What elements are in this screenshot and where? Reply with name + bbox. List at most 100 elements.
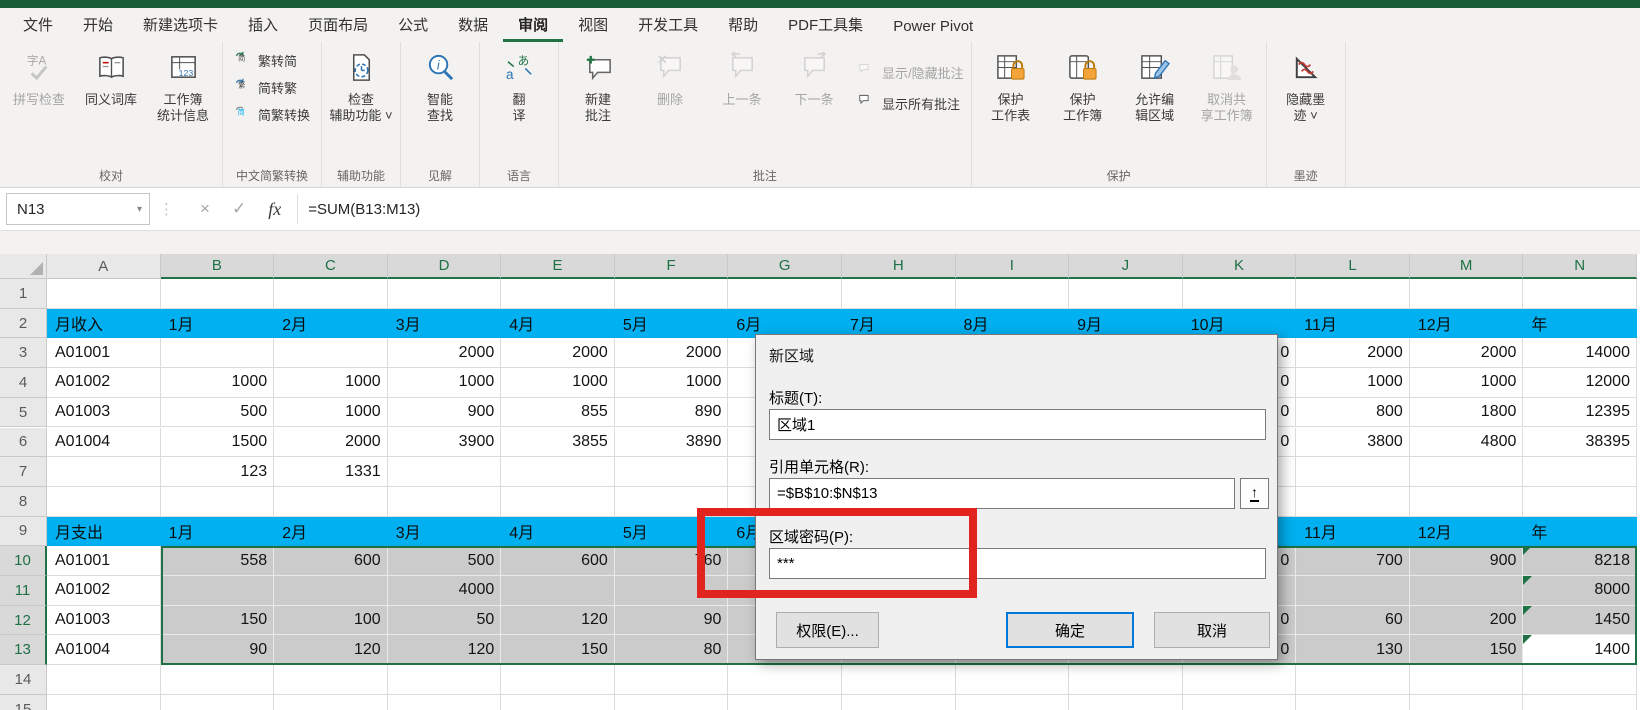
confirm-entry-icon[interactable]: ✓ [232,199,246,219]
cell-L10[interactable]: 700 [1296,546,1410,576]
cell-N7[interactable] [1523,457,1637,487]
cell-J15[interactable] [1069,694,1183,710]
title-field-input[interactable] [769,409,1266,440]
cell-G14[interactable] [728,665,842,695]
cell-C13[interactable]: 120 [274,635,388,666]
row-header-14[interactable]: 14 [0,665,47,695]
cell-E5[interactable]: 855 [501,397,615,428]
column-header-C[interactable]: C [274,254,388,279]
cell-C11[interactable] [274,576,388,606]
cell-N13[interactable]: 1400 [1523,635,1637,666]
cell-J14[interactable] [1069,665,1183,695]
cell-C9[interactable]: 2月 [274,516,388,547]
cell-D2[interactable]: 3月 [387,308,502,339]
cell-F14[interactable] [614,665,729,695]
cell-C3[interactable] [274,338,388,369]
cell-B5[interactable]: 500 [160,397,275,428]
ref-field-input[interactable] [769,478,1235,509]
cell-A9[interactable]: 月支出 [47,516,161,547]
cell-M11[interactable] [1409,576,1524,606]
cell-I15[interactable] [956,694,1070,710]
cell-C14[interactable] [274,665,388,695]
cell-E15[interactable] [501,694,615,710]
permissions-button[interactable]: 权限(E)... [776,612,879,648]
row-header-2[interactable]: 2 [0,308,47,339]
cell-D15[interactable] [388,694,502,710]
cell-H15[interactable] [842,694,956,710]
column-header-F[interactable]: F [614,254,729,279]
column-header-E[interactable]: E [501,254,615,279]
cell-D5[interactable]: 900 [387,397,502,428]
cell-A4[interactable]: A01002 [47,368,161,398]
cell-N4[interactable]: 12000 [1523,368,1637,398]
cell-L5[interactable]: 800 [1296,397,1410,428]
cell-C7[interactable]: 1331 [274,457,388,487]
cell-M14[interactable] [1409,665,1524,695]
cell-N1[interactable] [1523,279,1637,309]
column-header-A[interactable]: A [47,254,161,279]
cell-A8[interactable] [47,486,161,517]
cell-N8[interactable] [1523,486,1637,517]
cell-E7[interactable] [501,457,615,487]
cell-L6[interactable]: 3800 [1296,427,1410,458]
cell-B2[interactable]: 1月 [160,308,275,339]
cell-E8[interactable] [501,486,615,517]
tab-页面布局[interactable]: 页面布局 [293,8,383,42]
row-header-12[interactable]: 12 [0,605,47,636]
row-header-3[interactable]: 3 [0,338,47,369]
range-picker-button[interactable]: ↑ [1240,478,1269,509]
name-box-dropdown-icon[interactable]: ▾ [137,204,142,215]
column-header-N[interactable]: N [1523,254,1637,279]
cell-F15[interactable] [615,694,729,710]
cell-B13[interactable]: 90 [160,635,275,666]
ok-button[interactable]: 确定 [1006,612,1134,648]
cell-D12[interactable]: 50 [387,605,502,636]
cell-M1[interactable] [1409,279,1524,309]
new-comment-button[interactable]: 新建 批注 [562,47,634,127]
column-header-H[interactable]: H [841,254,956,279]
cell-A15[interactable] [47,694,161,710]
protect-sheet-button[interactable]: 保护 工作表 [975,47,1047,127]
smart-lookup-button[interactable]: i 智能 查找 [404,47,476,127]
cell-B7[interactable]: 123 [160,457,275,487]
workbook-stats-button[interactable]: 123 工作簿 统计信息 [147,47,219,127]
cell-B10[interactable]: 558 [160,546,275,576]
cell-N15[interactable] [1523,694,1637,710]
cell-M2[interactable]: 12月 [1409,308,1524,339]
thesaurus-button[interactable]: 同义词库 [75,47,147,111]
column-header-K[interactable]: K [1182,254,1297,279]
show-all-comments-button[interactable]: 显示所有批注 [854,92,968,115]
cell-A5[interactable]: A01003 [47,397,161,428]
cell-L11[interactable] [1296,576,1410,606]
cell-C12[interactable]: 100 [274,605,388,636]
formula-input[interactable]: =SUM(B13:M13) [298,194,1640,224]
convert-chinese-button[interactable]: 简 简繁转换 [230,103,314,126]
cell-L3[interactable]: 2000 [1296,338,1410,369]
cell-D9[interactable]: 3月 [387,516,502,547]
cell-E9[interactable]: 4月 [501,516,615,547]
insert-function-icon[interactable]: fx [268,199,281,220]
traditional-to-simplified-button[interactable]: 简 繁转简 [230,49,314,72]
cell-B11[interactable] [160,576,275,606]
cell-B14[interactable] [160,665,275,695]
row-header-4[interactable]: 4 [0,368,47,398]
cell-M5[interactable]: 1800 [1409,397,1524,428]
cell-M12[interactable]: 200 [1409,605,1524,636]
cell-M7[interactable] [1409,457,1524,487]
cell-C10[interactable]: 600 [274,546,388,576]
cell-N11[interactable]: 8000 [1523,576,1637,606]
cell-F2[interactable]: 5月 [614,308,729,339]
column-header-L[interactable]: L [1296,254,1410,279]
cell-F10[interactable]: 760 [614,546,729,576]
cell-D7[interactable] [387,457,502,487]
tab-新建选项卡[interactable]: 新建选项卡 [128,8,233,42]
cell-A13[interactable]: A01004 [47,635,161,666]
row-header-5[interactable]: 5 [0,397,47,428]
cancel-button[interactable]: 取消 [1154,612,1270,648]
cell-I1[interactable] [955,279,1070,309]
cell-D6[interactable]: 3900 [387,427,502,458]
cell-N6[interactable]: 38395 [1523,427,1637,458]
cell-D3[interactable]: 2000 [387,338,502,369]
cell-B3[interactable] [160,338,275,369]
allow-edit-ranges-button[interactable]: 允许编 辑区域 [1119,47,1191,127]
